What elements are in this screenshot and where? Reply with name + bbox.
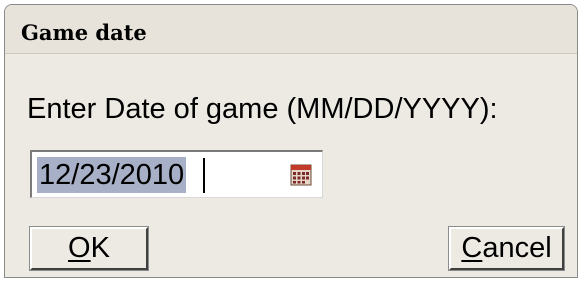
title-bar[interactable]: Game date <box>5 5 577 54</box>
dialog-title: Game date <box>21 20 147 45</box>
cancel-mnemonic: C <box>461 232 483 264</box>
cancel-button[interactable]: Cancel <box>448 226 565 271</box>
ok-button[interactable]: OK <box>29 226 149 271</box>
calendar-icon[interactable] <box>290 164 312 186</box>
ok-mnemonic: O <box>68 232 91 264</box>
date-prompt-label: Enter Date of game (MM/DD/YYYY): <box>27 93 498 125</box>
ok-label-rest: K <box>90 232 110 264</box>
game-date-field[interactable]: 12/23/2010 <box>30 150 323 198</box>
text-caret <box>203 158 205 193</box>
cancel-label-rest: ancel <box>482 232 552 264</box>
date-value[interactable]: 12/23/2010 <box>37 157 187 193</box>
calendar-icon-graphic <box>290 164 312 186</box>
game-date-dialog: Game date Enter Date of game (MM/DD/YYYY… <box>4 4 578 278</box>
